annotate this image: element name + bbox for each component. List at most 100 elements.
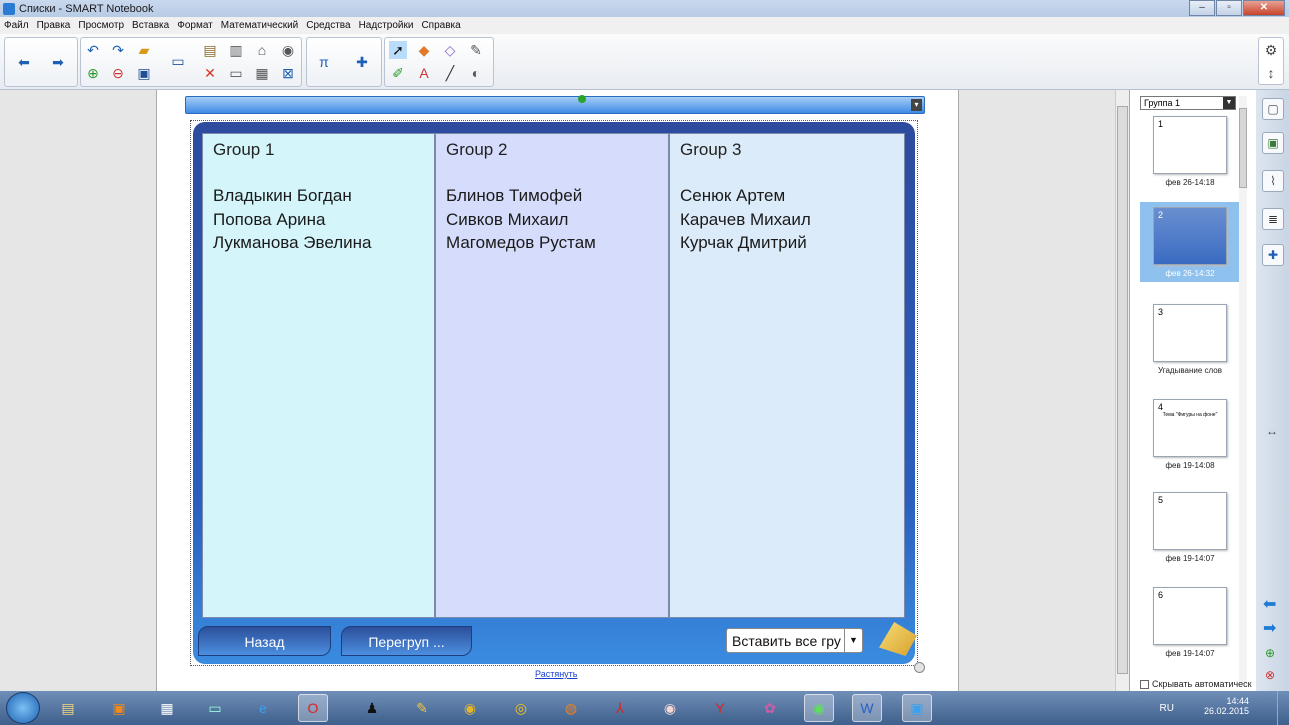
amigo-icon[interactable]: ◎ (506, 694, 536, 722)
menu-help[interactable]: Справка (421, 20, 460, 31)
page-sorter-tab-icon[interactable]: ▢ (1262, 98, 1284, 120)
firefox-icon[interactable]: ◍ (556, 694, 586, 722)
widget-menu-dropdown[interactable]: ▾ (911, 99, 922, 111)
move-toolbar-icon[interactable]: ↕ (1262, 64, 1280, 82)
magic-pen-icon[interactable]: ✎ (467, 41, 485, 59)
group-member[interactable]: Блинов Тимофей (446, 184, 658, 208)
close-button[interactable]: ✕ (1243, 0, 1285, 16)
shapes-tool-icon[interactable]: ◆ (415, 41, 433, 59)
table-icon[interactable]: ▦ (253, 64, 271, 82)
paste-icon[interactable]: ▤ (201, 41, 219, 59)
previous-page-icon[interactable]: ⬅ (1263, 594, 1276, 614)
page-thumbnail-2[interactable]: 2 фев 26-14:32 (1140, 202, 1240, 282)
line-tool-icon[interactable]: ╱ (441, 64, 459, 82)
chevron-down-icon[interactable]: ▼ (844, 629, 862, 652)
insert-groups-select[interactable]: Вставить все гру ▼ (726, 628, 863, 653)
group-member[interactable]: Сивков Михаил (446, 208, 658, 232)
pen-tool-icon[interactable]: ✐ (389, 64, 407, 82)
delete-page-icon[interactable]: ⊗ (1265, 668, 1275, 682)
add-page-icon[interactable]: ⊕ (1265, 646, 1275, 660)
smart-tools-icon[interactable]: ▣ (104, 694, 134, 722)
workspace-scrollbar[interactable] (1115, 90, 1129, 691)
screen-shade-icon[interactable]: ▭ (227, 64, 245, 82)
group-member[interactable]: Лукманова Эвелина (213, 231, 424, 255)
undo-icon[interactable]: ↶ (84, 41, 102, 59)
save-icon[interactable]: ▣ (135, 64, 153, 82)
group-member[interactable]: Магомедов Рустам (446, 231, 658, 255)
page-group-select[interactable]: Группа 1 ▼ (1140, 96, 1236, 110)
internet-explorer-icon[interactable]: e (248, 694, 278, 722)
flower-app-icon[interactable]: ✿ (755, 694, 785, 722)
menu-format[interactable]: Формат (177, 20, 213, 31)
pointing-hand-icon[interactable] (879, 622, 917, 656)
fill-tool-icon[interactable]: ◐ (467, 64, 485, 82)
stretch-link[interactable]: Растянуть (535, 669, 578, 679)
screenshot-icon[interactable]: ▥ (227, 41, 245, 59)
group-member[interactable]: Карачев Михаил (680, 208, 894, 232)
display-icon[interactable]: ▭ (169, 52, 187, 70)
properties-tab-icon[interactable]: ≣ (1262, 208, 1284, 230)
recorder-icon[interactable]: ◉ (279, 41, 297, 59)
opera-icon[interactable]: O (298, 694, 328, 722)
explorer-icon[interactable]: ▤ (53, 694, 83, 722)
scrollbar-thumb[interactable] (1117, 106, 1128, 674)
show-desktop-button[interactable] (1277, 691, 1289, 725)
language-indicator[interactable]: RU (1160, 703, 1174, 714)
page-thumbnail-3[interactable]: 3 Угадывание слов (1140, 304, 1240, 375)
back-button[interactable]: Назад (198, 626, 331, 656)
autohide-option[interactable]: Скрывать автоматическ (1140, 679, 1252, 689)
autohide-checkbox[interactable] (1140, 679, 1149, 689)
attachments-tab-icon[interactable]: ⌇ (1262, 170, 1284, 192)
page-thumbnail-1[interactable]: 1 фев 26-14:18 (1140, 116, 1240, 187)
page-thumbnail-6[interactable]: 6 фев 19-14:07 (1140, 587, 1240, 658)
text-tool-icon[interactable]: A (415, 64, 433, 82)
full-screen-icon[interactable]: ⊠ (279, 64, 297, 82)
minimize-button[interactable]: – (1189, 0, 1215, 16)
regroup-button[interactable]: Перегруп ... (341, 626, 472, 656)
maximize-button[interactable]: ▫ (1216, 0, 1242, 16)
swap-side-icon[interactable]: ↔ (1266, 424, 1278, 438)
menu-insert[interactable]: Вставка (132, 20, 169, 31)
tool-icon[interactable]: ✎ (407, 694, 437, 722)
group-member[interactable]: Попова Арина (213, 208, 424, 232)
menu-edit[interactable]: Правка (37, 20, 71, 31)
document-camera-icon[interactable]: ⌂ (253, 41, 271, 59)
next-page-icon[interactable]: ➡ (1263, 618, 1276, 638)
menu-addons[interactable]: Надстройки (359, 20, 414, 31)
group-column-3[interactable]: Group 3 Сенюк Артем Карачев Михаил Курча… (669, 133, 905, 618)
group-member[interactable]: Курчак Дмитрий (680, 231, 894, 255)
select-tool-icon[interactable]: ➚ (389, 41, 407, 59)
clock-time[interactable]: 14:44 (1204, 696, 1249, 706)
group-column-1[interactable]: Group 1 Владыкин Богдан Попова Арина Лук… (202, 133, 435, 618)
yandex-icon[interactable]: Y (705, 694, 735, 722)
globe-icon[interactable]: ◉ (655, 694, 685, 722)
group-member[interactable]: Владыкин Богдан (213, 184, 424, 208)
menu-math[interactable]: Математический (221, 20, 299, 31)
chevron-down-icon[interactable]: ▼ (1223, 97, 1235, 109)
open-file-icon[interactable]: ▰ (135, 41, 153, 59)
save-disk-icon[interactable]: ▦ (152, 694, 182, 722)
penguin-icon[interactable]: ♟ (357, 694, 387, 722)
smart-notebook-task-icon[interactable]: ▣ (902, 694, 932, 722)
addon-puzzle-icon[interactable]: ✚ (353, 53, 371, 71)
gear-icon[interactable]: ⚙ (1262, 41, 1280, 59)
previous-page-icon[interactable]: ⬅ (15, 53, 33, 71)
menu-view[interactable]: Просмотр (78, 20, 124, 31)
math-icon[interactable]: π (315, 53, 333, 71)
addons-tab-icon[interactable]: ✚ (1262, 244, 1284, 266)
delete-icon[interactable]: ✕ (201, 64, 219, 82)
redo-icon[interactable]: ↷ (109, 41, 127, 59)
scrollbar-thumb[interactable] (1239, 108, 1247, 188)
start-button[interactable] (6, 692, 40, 724)
next-page-icon[interactable]: ➡ (49, 53, 67, 71)
gallery-tab-icon[interactable]: ▣ (1262, 132, 1284, 154)
word-icon[interactable]: W (852, 694, 882, 722)
menu-file[interactable]: Файл (4, 20, 29, 31)
add-page-icon[interactable]: ⊕ (84, 64, 102, 82)
page-sorter-scrollbar[interactable] (1239, 96, 1247, 684)
group-column-2[interactable]: Group 2 Блинов Тимофей Сивков Михаил Маг… (435, 133, 669, 618)
widget-title-strip[interactable]: ▾ (185, 95, 925, 114)
eraser-tool-icon[interactable]: ◇ (441, 41, 459, 59)
chrome-icon[interactable]: ◉ (455, 694, 485, 722)
clock-date[interactable]: 26.02.2015 (1204, 706, 1249, 716)
